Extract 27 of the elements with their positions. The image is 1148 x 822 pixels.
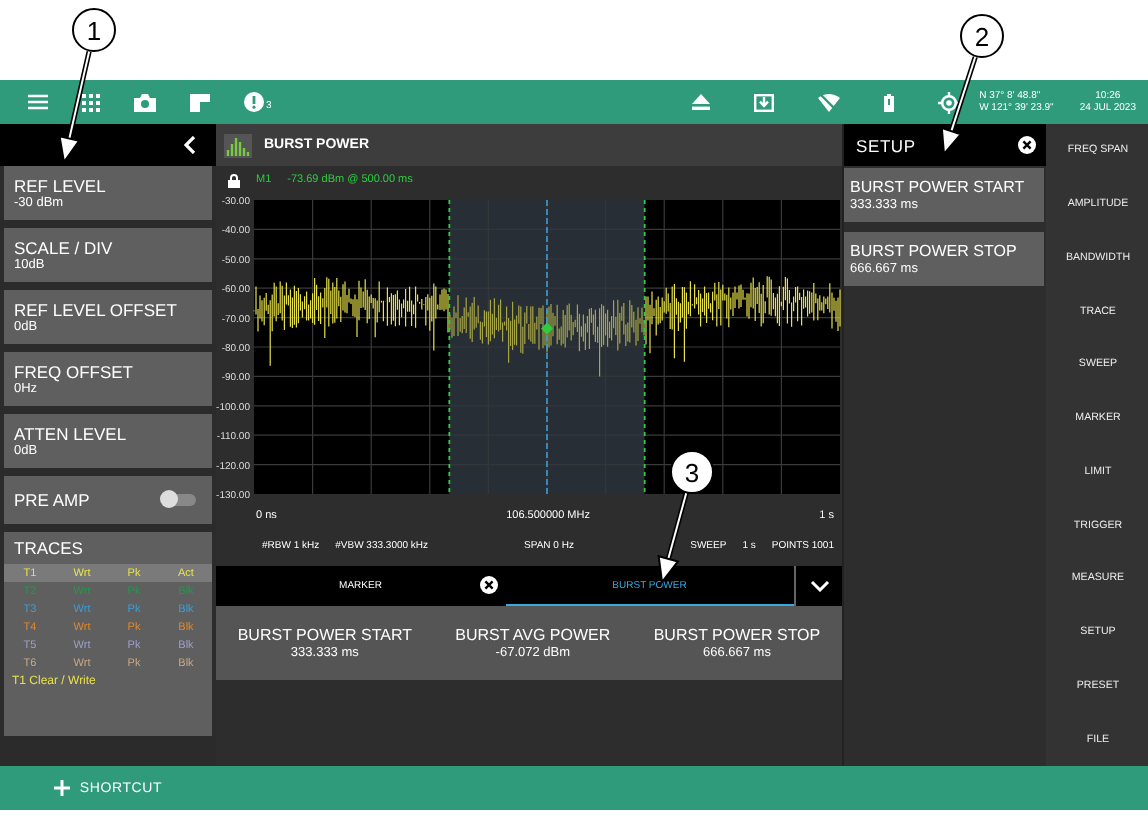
toggle-label: PRE AMP xyxy=(14,490,90,510)
gps-target-icon[interactable] xyxy=(937,91,960,113)
setup-title: SETUP xyxy=(856,135,916,155)
window-icon[interactable] xyxy=(190,93,210,111)
marker-diamond xyxy=(541,322,553,335)
alert-icon[interactable] xyxy=(244,92,264,112)
grid-icon[interactable] xyxy=(82,93,100,111)
chevron-left-icon[interactable] xyxy=(184,136,196,154)
chevron-down-icon[interactable] xyxy=(809,580,829,592)
wifi-off-icon xyxy=(817,93,840,111)
result-label: BURST POWER STOP xyxy=(653,625,821,645)
camera-icon[interactable] xyxy=(134,93,156,111)
traces-title: TRACES xyxy=(12,538,85,558)
close-icon[interactable] xyxy=(479,576,497,594)
battery-icon xyxy=(883,93,894,111)
spectrum-icon xyxy=(224,133,252,157)
close-icon[interactable] xyxy=(1018,136,1036,154)
callout-number: 1 xyxy=(72,8,116,52)
callout-number: 2 xyxy=(960,14,1004,58)
result-label: BURST AVG POWER xyxy=(455,625,611,645)
menu-icon[interactable] xyxy=(28,94,48,110)
toggle-switch[interactable] xyxy=(162,494,196,506)
download-icon[interactable] xyxy=(753,93,774,111)
eject-icon[interactable] xyxy=(691,94,710,110)
result-label: BURST POWER START xyxy=(237,625,412,645)
plus-icon xyxy=(53,780,70,796)
lock-icon xyxy=(228,173,240,187)
